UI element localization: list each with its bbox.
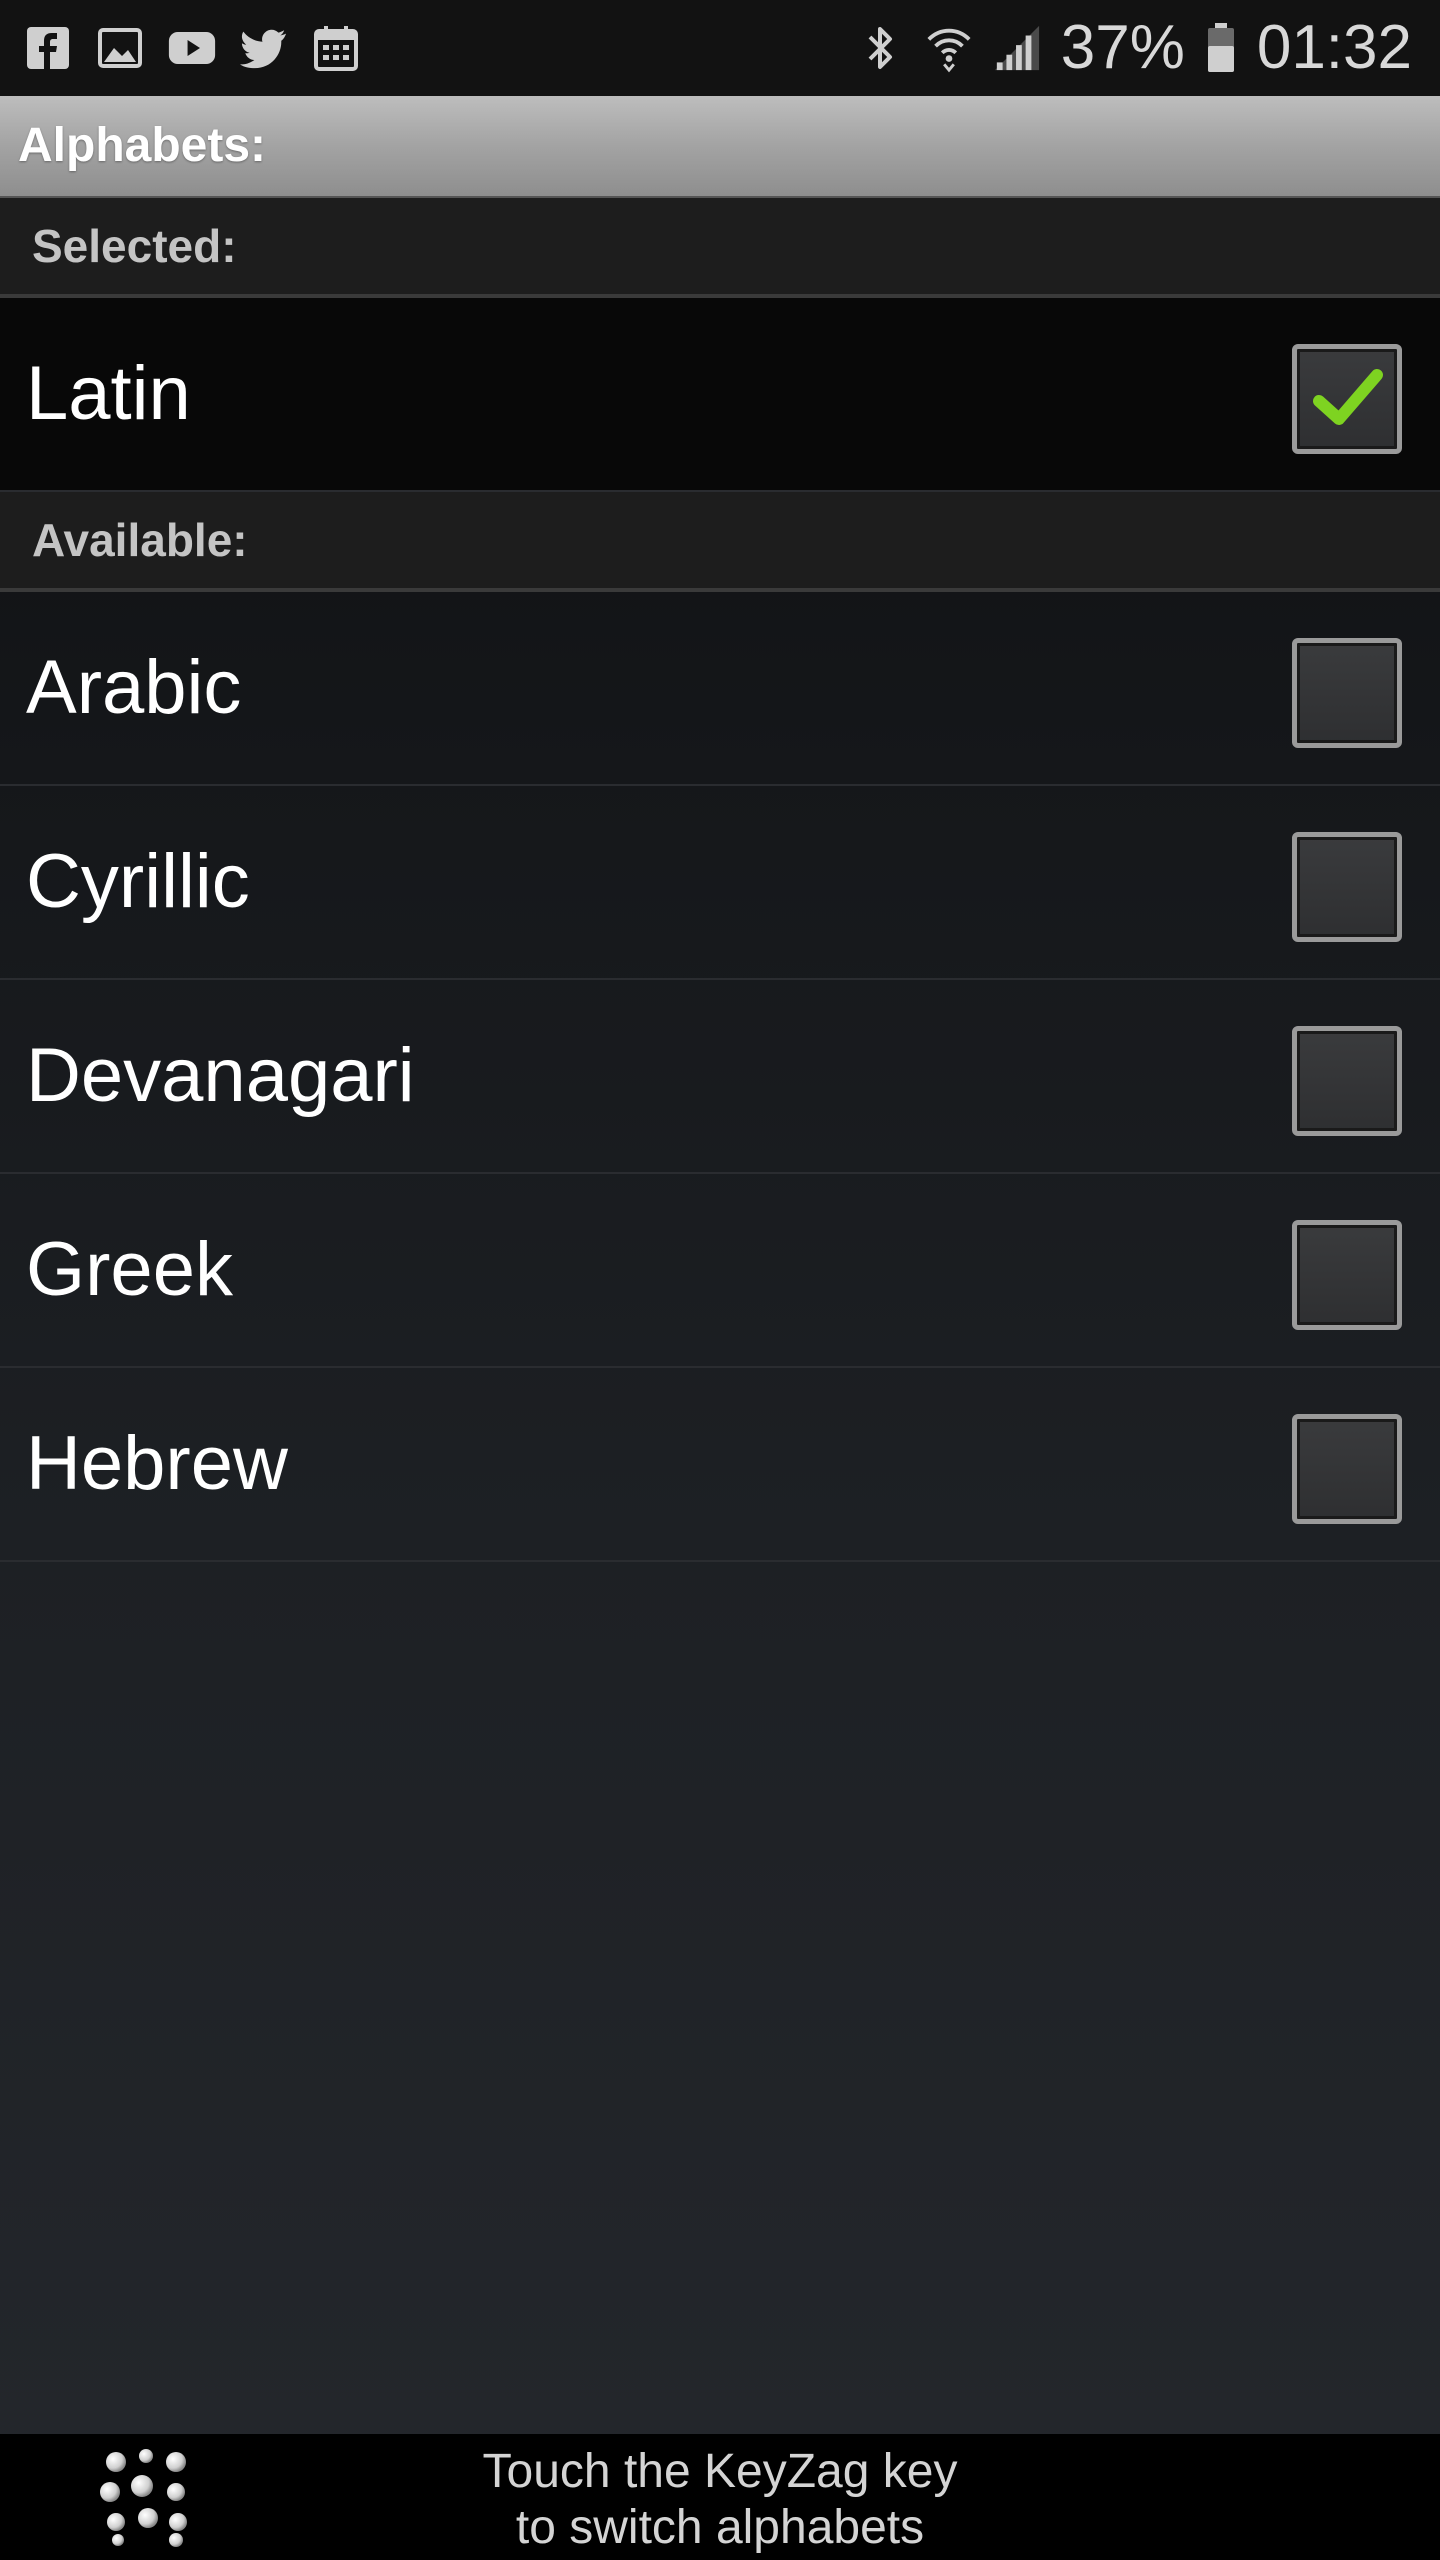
system-status: 37% 01:32 xyxy=(857,8,1412,88)
alphabet-label: Latin xyxy=(26,351,191,436)
bluetooth-icon xyxy=(857,24,905,72)
gallery-icon xyxy=(96,24,144,72)
clock: 01:32 xyxy=(1256,13,1412,82)
switch-alphabet-hint: Touch the KeyZag key to switch alphabets xyxy=(420,2444,1020,2556)
alphabet-checkbox-devanagari[interactable] xyxy=(1292,1026,1402,1136)
section-header-available: Available: xyxy=(0,492,1440,592)
keyzag-logo-icon xyxy=(96,2448,196,2548)
wifi-icon xyxy=(925,24,973,73)
alphabet-label: Greek xyxy=(26,1227,233,1312)
section-header-selected: Selected: xyxy=(0,198,1440,298)
alphabet-row-cyrillic[interactable]: Cyrillic xyxy=(0,786,1440,980)
youtube-icon xyxy=(168,24,216,72)
page-title: Alphabets: xyxy=(18,119,267,172)
alphabet-label: Hebrew xyxy=(26,1421,288,1506)
alphabet-row-arabic[interactable]: Arabic xyxy=(0,592,1440,786)
alphabet-checkbox-hebrew[interactable] xyxy=(1292,1414,1402,1524)
alphabet-checkbox-arabic[interactable] xyxy=(1292,638,1402,748)
status-bar: 37% 01:32 xyxy=(0,0,1440,96)
alphabet-row-devanagari[interactable]: Devanagari xyxy=(0,980,1440,1174)
hint-line-1: Touch the KeyZag key xyxy=(482,2445,958,2498)
hint-line-2: to switch alphabets xyxy=(515,2501,925,2554)
title-bar: Alphabets: xyxy=(0,96,1440,198)
battery-icon xyxy=(1205,23,1237,72)
alphabet-checkbox-greek[interactable] xyxy=(1292,1220,1402,1330)
alphabet-label: Cyrillic xyxy=(26,839,250,924)
alphabet-row-hebrew[interactable]: Hebrew xyxy=(0,1368,1440,1562)
alphabets-screen: 37% 01:32 Alphabets: Selected: Latin Ava… xyxy=(0,0,1440,2560)
bottom-hint-bar: Touch the KeyZag key to switch alphabets xyxy=(0,2434,1440,2560)
alphabet-checkbox-latin[interactable] xyxy=(1292,344,1402,454)
facebook-icon xyxy=(24,24,72,72)
checkmark-icon xyxy=(1313,369,1383,425)
alphabet-checkbox-cyrillic[interactable] xyxy=(1292,832,1402,942)
alphabet-row-latin[interactable]: Latin xyxy=(0,298,1440,492)
battery-percent: 37% xyxy=(1060,13,1185,82)
alphabet-label: Arabic xyxy=(26,645,242,730)
signal-icon xyxy=(993,24,1041,72)
alphabet-label: Devanagari xyxy=(26,1033,415,1118)
alphabet-row-greek[interactable]: Greek xyxy=(0,1174,1440,1368)
twitter-icon xyxy=(240,24,288,72)
notification-icons xyxy=(24,18,360,78)
calendar-icon xyxy=(312,24,360,72)
section-label-available: Available: xyxy=(32,514,248,566)
section-label-selected: Selected: xyxy=(32,220,237,272)
